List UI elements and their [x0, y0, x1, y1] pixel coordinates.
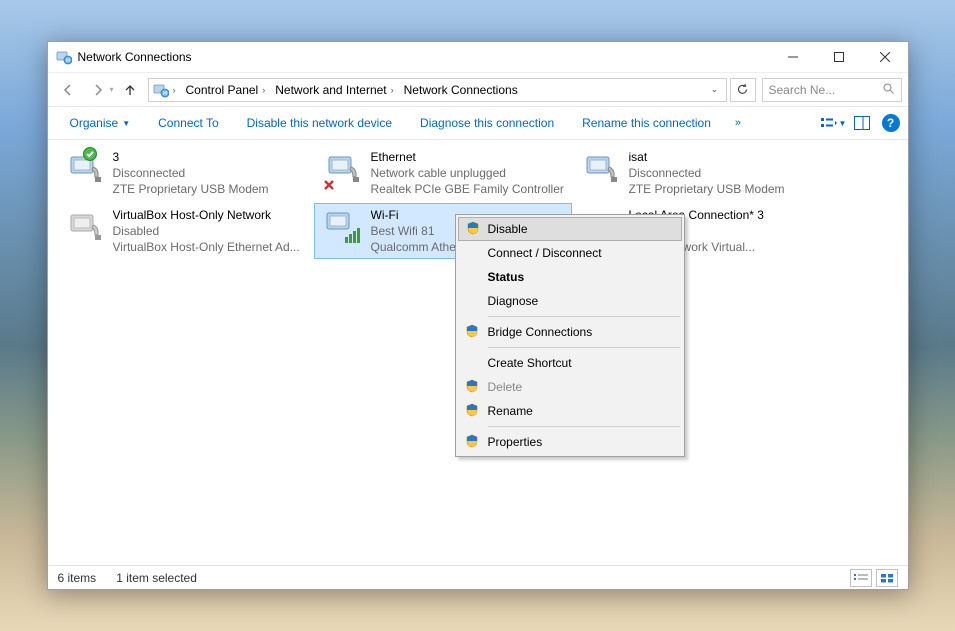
connection-status: Disabled	[113, 223, 309, 239]
shield-icon	[464, 324, 480, 341]
connection-status: Network cable unplugged	[371, 165, 567, 181]
context-menu-item[interactable]: Disable	[458, 217, 682, 241]
context-menu-label: Disable	[488, 222, 528, 236]
back-button[interactable]	[54, 76, 82, 104]
connection-item[interactable]: isatDisconnectedZTE Proprietary USB Mode…	[572, 145, 830, 201]
connection-item[interactable]: 3DisconnectedZTE Proprietary USB Modem	[56, 145, 314, 201]
help-button[interactable]: ?	[882, 114, 900, 132]
status-bar: 6 items 1 item selected	[48, 565, 908, 589]
connect-to-button[interactable]: Connect To	[144, 110, 233, 136]
window: Network Connections ▾ › Control Panel› N…	[47, 41, 909, 590]
search-placeholder: Search Ne...	[769, 83, 836, 97]
titlebar: Network Connections	[48, 42, 908, 72]
context-menu-label: Connect / Disconnect	[488, 246, 602, 260]
organise-menu[interactable]: Organise▼	[56, 110, 145, 136]
connection-device: VirtualBox Host-Only Ethernet Ad...	[113, 239, 309, 255]
recent-locations-dropdown[interactable]: ▾	[110, 85, 114, 94]
connection-device: ZTE Proprietary USB Modem	[629, 181, 825, 197]
connection-item[interactable]: EthernetNetwork cable unpluggedRealtek P…	[314, 145, 572, 201]
context-menu-item[interactable]: Connect / Disconnect	[458, 241, 682, 265]
context-menu: Disable Connect / Disconnect Status Diagnos…	[455, 214, 685, 457]
context-menu-label: Rename	[488, 404, 533, 418]
context-menu-label: Status	[488, 270, 525, 284]
connection-status: Disconnected	[113, 165, 309, 181]
navbar: ▾ › Control Panel› Network and Internet›…	[48, 72, 908, 106]
breadcrumb-network-internet[interactable]: Network and Internet›	[271, 79, 397, 101]
context-menu-separator	[488, 426, 680, 427]
context-menu-item[interactable]: Rename	[458, 399, 682, 423]
forward-button[interactable]	[84, 76, 112, 104]
connection-icon	[319, 207, 367, 249]
refresh-button[interactable]	[730, 78, 756, 102]
context-menu-label: Properties	[488, 435, 543, 449]
context-menu-item[interactable]: Properties	[458, 430, 682, 454]
command-bar: Organise▼ Connect To Disable this networ…	[48, 106, 908, 140]
search-input[interactable]: Search Ne...	[762, 78, 902, 102]
connection-device: Realtek PCIe GBE Family Controller	[371, 181, 567, 197]
breadcrumb-icon[interactable]: ›	[151, 79, 180, 101]
maximize-button[interactable]	[816, 42, 862, 72]
rename-button[interactable]: Rename this connection	[568, 110, 725, 136]
context-menu-label: Create Shortcut	[488, 356, 572, 370]
context-menu-label: Delete	[488, 380, 523, 394]
close-button[interactable]	[862, 42, 908, 72]
connection-name: VirtualBox Host-Only Network	[113, 207, 309, 223]
details-view-button[interactable]	[850, 569, 872, 587]
address-bar[interactable]: › Control Panel› Network and Internet› N…	[148, 78, 727, 102]
context-menu-item[interactable]: Create Shortcut	[458, 351, 682, 375]
item-count: 6 items	[58, 571, 97, 585]
large-icons-view-button[interactable]	[876, 569, 898, 587]
up-button[interactable]	[116, 76, 144, 104]
connection-status: Disconnected	[629, 165, 825, 181]
connection-icon	[61, 207, 109, 249]
context-menu-item: Delete	[458, 375, 682, 399]
context-menu-item[interactable]: Bridge Connections	[458, 320, 682, 344]
selection-count: 1 item selected	[116, 571, 197, 585]
shield-icon	[464, 434, 480, 451]
connection-name: Ethernet	[371, 149, 567, 165]
connection-name: isat	[629, 149, 825, 165]
connection-icon	[577, 149, 625, 191]
disable-device-button[interactable]: Disable this network device	[233, 110, 406, 136]
context-menu-item[interactable]: Status	[458, 265, 682, 289]
preview-pane-button[interactable]	[848, 116, 876, 130]
app-icon	[56, 49, 72, 65]
breadcrumb-network-connections[interactable]: Network Connections	[400, 79, 522, 101]
context-menu-separator	[488, 316, 680, 317]
connection-icon	[61, 149, 109, 191]
context-menu-item[interactable]: Diagnose	[458, 289, 682, 313]
more-commands-button[interactable]: »	[725, 117, 753, 129]
connection-device: ZTE Proprietary USB Modem	[113, 181, 309, 197]
shield-icon	[464, 379, 480, 396]
diagnose-button[interactable]: Diagnose this connection	[406, 110, 568, 136]
connection-name: 3	[113, 149, 309, 165]
breadcrumb-control-panel[interactable]: Control Panel›	[182, 79, 270, 101]
window-title: Network Connections	[78, 50, 770, 64]
search-icon	[882, 82, 895, 98]
context-menu-separator	[488, 347, 680, 348]
view-options-button[interactable]: ▼	[820, 116, 848, 130]
shield-icon	[465, 221, 481, 238]
connection-item[interactable]: VirtualBox Host-Only NetworkDisabledVirt…	[56, 203, 314, 259]
context-menu-label: Diagnose	[488, 294, 539, 308]
connection-icon	[319, 149, 367, 191]
shield-icon	[464, 403, 480, 420]
context-menu-label: Bridge Connections	[488, 325, 593, 339]
minimize-button[interactable]	[770, 42, 816, 72]
address-dropdown[interactable]: ⌄	[706, 84, 724, 95]
